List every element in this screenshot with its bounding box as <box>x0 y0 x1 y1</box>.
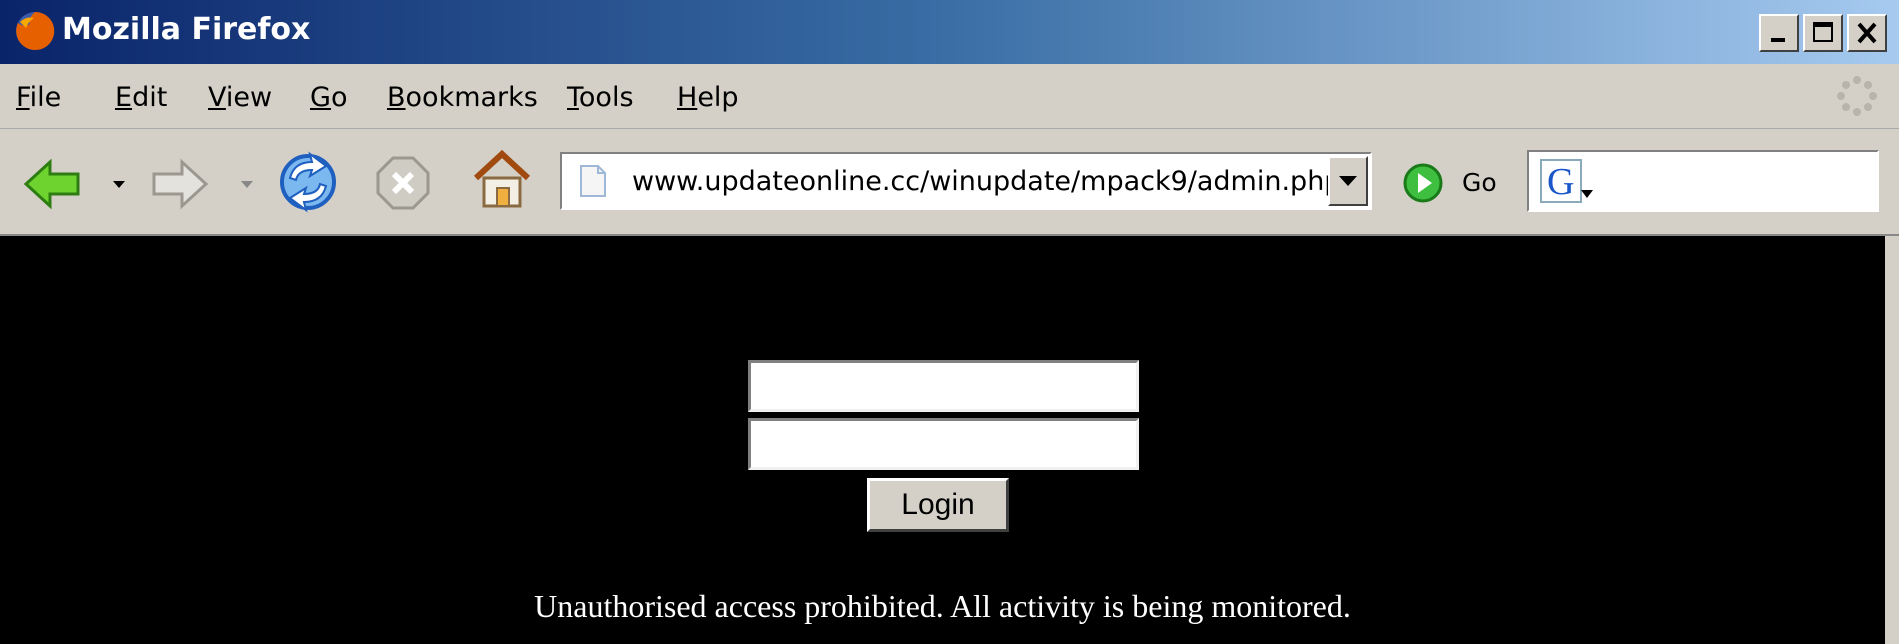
go-button[interactable]: Go <box>1402 160 1512 204</box>
menu-help-rest: elp <box>697 82 739 113</box>
window-titlebar[interactable]: Mozilla Firefox <box>0 0 1899 64</box>
forward-dropdown-icon[interactable] <box>240 180 254 190</box>
window-controls <box>1759 14 1887 52</box>
password-field[interactable] <box>748 418 1139 470</box>
back-dropdown-icon[interactable] <box>112 180 126 190</box>
menu-bookmarks[interactable]: Bookmarks <box>387 82 538 113</box>
menu-bookmarks-accel: B <box>387 82 406 113</box>
minimize-button[interactable] <box>1759 14 1799 52</box>
minimize-icon <box>1771 38 1785 42</box>
maximize-button[interactable] <box>1803 14 1843 52</box>
menu-go[interactable]: Go <box>310 82 347 113</box>
menu-file-accel: F <box>16 82 30 113</box>
login-button[interactable]: Login <box>867 478 1009 532</box>
menu-bar: File Edit View Go Bookmarks Tools Help <box>0 64 1899 129</box>
close-button[interactable] <box>1847 14 1887 52</box>
go-label: Go <box>1462 168 1497 197</box>
page-icon <box>580 165 606 197</box>
menu-edit-rest: dit <box>132 82 168 113</box>
menu-view-rest: iew <box>225 82 273 113</box>
throbber-icon <box>1837 76 1877 116</box>
menu-help-accel: H <box>677 82 698 113</box>
menu-help[interactable]: Help <box>677 82 739 113</box>
menu-view-accel: V <box>208 82 226 113</box>
url-dropdown-button[interactable] <box>1328 156 1368 206</box>
close-icon <box>1857 22 1877 44</box>
username-field[interactable] <box>748 360 1139 412</box>
reload-icon[interactable] <box>276 150 340 214</box>
menu-tools[interactable]: Tools <box>567 82 634 113</box>
chevron-down-icon <box>1339 176 1357 186</box>
window-title: Mozilla Firefox <box>62 12 311 47</box>
go-arrow-icon <box>1403 163 1443 203</box>
stop-icon[interactable] <box>376 156 430 210</box>
svg-text:G: G <box>1547 161 1574 203</box>
menu-go-accel: G <box>310 82 331 113</box>
menu-file[interactable]: File <box>16 82 61 113</box>
maximize-icon <box>1813 22 1833 42</box>
firefox-logo-icon <box>16 11 55 50</box>
forward-arrow-icon[interactable] <box>150 158 210 210</box>
search-box[interactable]: G <box>1527 150 1879 212</box>
menu-file-rest: ile <box>29 82 62 113</box>
scrollbar[interactable] <box>1885 236 1899 644</box>
home-icon[interactable] <box>470 148 534 212</box>
address-bar[interactable]: www.updateonline.cc/winupdate/mpack9/adm… <box>560 152 1372 210</box>
menu-edit[interactable]: Edit <box>115 82 167 113</box>
menu-edit-accel: E <box>115 82 133 113</box>
google-search-engine-icon[interactable]: G <box>1539 156 1597 206</box>
menu-bookmarks-rest: ookmarks <box>405 82 538 113</box>
menu-tools-accel: T <box>567 82 579 113</box>
warning-notice: Unauthorised access prohibited. All acti… <box>534 588 1351 624</box>
back-arrow-icon[interactable] <box>22 158 82 210</box>
menu-tools-rest: ools <box>578 82 634 113</box>
menu-view[interactable]: View <box>208 82 272 113</box>
url-text[interactable]: www.updateonline.cc/winupdate/mpack9/adm… <box>632 166 1341 197</box>
menu-go-rest: o <box>330 82 348 113</box>
